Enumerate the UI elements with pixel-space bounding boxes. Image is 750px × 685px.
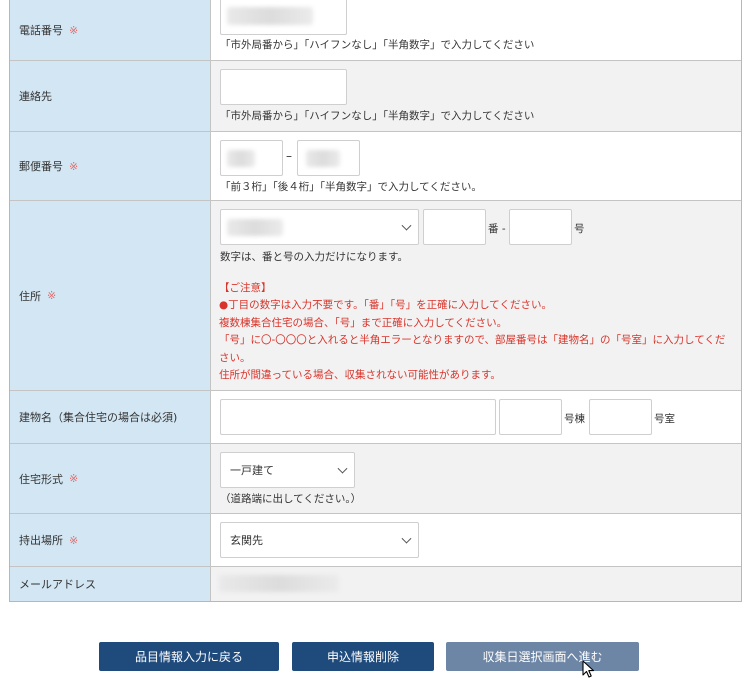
required-mark: ※ [69,23,79,37]
pickup-label: 持出場所 [19,534,63,547]
email-row: メールアドレス [10,567,741,601]
phone-hint: 「市外局番から」「ハイフンなし」「半角数字」で入力してください [220,39,535,51]
housing-label: 住宅形式 [19,472,63,486]
application-form: 電話番号 ※ 「市外局番から」「ハイフンなし」「半角数字」で入力してください 連… [9,0,742,602]
contact-row: 連絡先 「市外局番から」「ハイフンなし」「半角数字」で入力してください [10,61,741,132]
postal-second-input[interactable] [297,140,360,176]
building-suffix: 号棟 [564,413,585,425]
required-mark: ※ [69,533,79,547]
contact-hint: 「市外局番から」「ハイフンなし」「半角数字」で入力してください [220,110,535,122]
housing-row: 住宅形式 ※ 一戸建て （道路端に出してください。） [10,444,741,514]
housing-value-cell: 一戸建て （道路端に出してください。） [211,444,741,513]
phone-value-cell: 「市外局番から」「ハイフンなし」「半角数字」で入力してください [211,0,741,60]
phone-input[interactable] [220,0,347,35]
housing-note: （道路端に出してください。） [220,493,362,505]
address-notice: 【ご注意】 ●丁目の数字は入力不要です。「番」「号」を正確に入力してください。 … [219,280,734,384]
building-name-input[interactable] [220,399,496,435]
room-suffix: 号室 [654,413,675,425]
phone-label-cell: 電話番号 ※ [10,0,211,60]
email-redacted-value [219,575,339,592]
building-value-cell: 号棟 号室 [211,391,741,443]
address-label-cell: 住所 ※ [10,201,211,390]
pickup-value-cell: 玄関先 [211,514,741,566]
proceed-to-date-button[interactable]: 収集日選択画面へ進む [446,642,639,671]
postal-first-redacted [227,150,255,167]
building-label-cell: 建物名（集合住宅の場合は必須) [10,391,211,443]
postal-first-input[interactable] [220,140,283,176]
chevron-down-icon [401,220,412,231]
contact-label-cell: 連絡先 [10,61,211,131]
address-label: 住所 [19,289,41,303]
postal-second-redacted [306,150,340,167]
email-label: メールアドレス [19,578,96,591]
notice-line: ●丁目の数字は入力不要です。「番」「号」を正確に入力してください。 [219,299,552,312]
email-label-cell: メールアドレス [10,567,211,601]
housing-label-cell: 住宅形式 ※ [10,444,211,513]
pickup-label-cell: 持出場所 ※ [10,514,211,566]
postal-label: 郵便番号 [19,160,63,173]
chevron-down-icon [401,533,412,544]
postal-row: 郵便番号 ※ – 「前３桁」「後４桁」「半角数字」で入力してください。 [10,132,741,201]
address-town-select[interactable] [220,209,419,245]
delete-application-button[interactable]: 申込情報削除 [292,642,434,671]
housing-type-select[interactable]: 一戸建て [220,452,355,488]
phone-row: 電話番号 ※ 「市外局番から」「ハイフンなし」「半角数字」で入力してください [10,0,741,61]
building-row: 建物名（集合住宅の場合は必須) 号棟 号室 [10,391,741,444]
notice-line: 住所が間違っている場合、収集されない可能性があります。 [219,369,501,382]
pickup-place-selected: 玄関先 [230,534,263,547]
required-mark: ※ [69,472,79,485]
address-go-suffix: 号 [574,223,585,235]
back-to-items-button[interactable]: 品目情報入力に戻る [99,642,279,671]
address-town-redacted [227,219,283,236]
phone-label: 電話番号 [19,24,63,37]
notice-line: 「号」に〇-〇〇〇と入れると半角エラーとなりますので、部屋番号は「建物名」の「号… [219,334,726,364]
housing-type-selected: 一戸建て [230,464,274,477]
address-ban-suffix: 番 - [488,223,506,235]
contact-value-cell: 「市外局番から」「ハイフンなし」「半角数字」で入力してください [211,61,741,131]
phone-redacted-value [227,7,313,25]
required-mark: ※ [47,289,57,302]
postal-hint: 「前３桁」「後４桁」「半角数字」で入力してください。 [220,181,482,193]
building-label: 建物名（集合住宅の場合は必須) [19,411,178,424]
postal-label-cell: 郵便番号 ※ [10,132,211,200]
address-ban-input[interactable] [423,209,486,245]
postal-value-cell: – 「前３桁」「後４桁」「半角数字」で入力してください。 [211,132,741,200]
pickup-place-select[interactable]: 玄関先 [220,522,419,558]
mouse-pointer-icon [582,660,595,678]
required-mark: ※ [69,159,79,173]
building-number-input[interactable] [499,399,562,435]
address-go-input[interactable] [509,209,572,245]
contact-label: 連絡先 [19,90,52,103]
room-number-input[interactable] [589,399,652,435]
notice-heading: 【ご注意】 [219,282,272,294]
postal-separator: – [286,149,292,163]
address-row: 住所 ※ 番 - 号 数字は、番と号の入力だけになります。 【ご注意】 ●丁目の… [10,201,741,391]
chevron-down-icon [337,463,348,474]
contact-input[interactable] [220,69,347,105]
notice-line: 複数棟集合住宅の場合、「号」まで正確に入力してください。 [219,316,508,329]
email-value-cell [211,567,741,601]
address-digits-note: 数字は、番と号の入力だけになります。 [220,251,408,263]
address-value-cell: 番 - 号 数字は、番と号の入力だけになります。 【ご注意】 ●丁目の数字は入力… [211,201,741,390]
pickup-row: 持出場所 ※ 玄関先 [10,514,741,567]
